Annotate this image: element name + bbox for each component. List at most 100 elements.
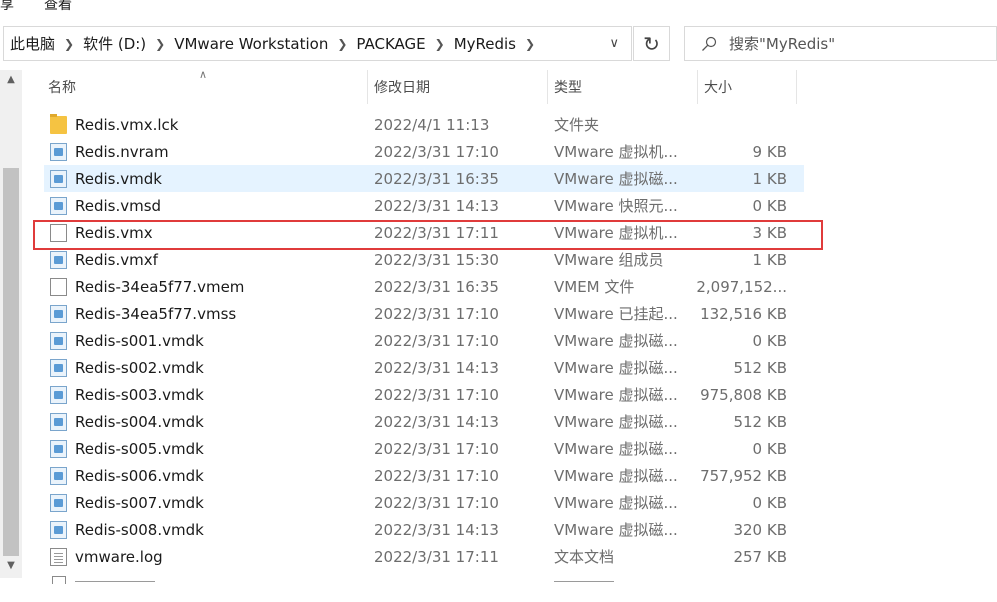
column-header-date[interactable]: 修改日期 <box>368 70 548 104</box>
file-name: Redis.nvram <box>75 142 169 161</box>
file-row-partial[interactable] <box>44 572 804 584</box>
file-size: 512 KB <box>733 358 787 377</box>
column-header-type[interactable]: 类型 <box>548 70 698 104</box>
file-size: 2,097,152... <box>696 277 787 296</box>
breadcrumb-this-pc[interactable]: 此电脑 <box>10 33 55 54</box>
vmware-disk-icon <box>50 494 67 512</box>
file-row[interactable]: Redis-s005.vmdk 2022/3/31 17:10 VMware 虚拟磁… <box>44 435 804 462</box>
chevron-right-icon[interactable]: ❯ <box>435 37 445 51</box>
file-row[interactable]: Redis.vmx 2022/3/31 17:11 VMware 虚拟机... 3 K… <box>44 219 804 246</box>
file-date: 2022/3/31 17:10 <box>374 142 499 161</box>
vmware-file-icon <box>50 251 67 269</box>
file-row[interactable]: vmware.log 2022/3/31 17:11 文本文档 257 KB <box>44 543 804 570</box>
file-row[interactable]: Redis-s004.vmdk 2022/3/31 14:13 VMware 虚拟磁… <box>44 408 804 435</box>
breadcrumb-myredis[interactable]: MyRedis <box>454 35 516 53</box>
column-header-name-label: 名称 <box>48 80 76 96</box>
file-row[interactable]: Redis.vmxf 2022/3/31 15:30 VMware 组成员 1 KB <box>44 246 804 273</box>
ribbon-tab-share[interactable]: 享 <box>0 0 14 14</box>
file-size: 757,952 KB <box>700 466 787 485</box>
file-row[interactable]: Redis.vmx.lck 2022/4/1 11:13 文件夹 <box>44 111 804 138</box>
file-list: Redis.vmx.lck 2022/4/1 11:13 文件夹 Redis.nvra… <box>44 111 804 570</box>
file-type: VMware 虚拟机... <box>554 224 678 242</box>
vmware-disk-icon <box>50 521 67 539</box>
vmware-disk-icon <box>50 386 67 404</box>
file-date: 2022/3/31 14:13 <box>374 412 499 431</box>
address-bar[interactable]: 此电脑 ❯ 软件 (D:) ❯ VMware Workstation ❯ PAC… <box>3 26 632 61</box>
file-row[interactable]: Redis-s003.vmdk 2022/3/31 17:10 VMware 虚拟磁… <box>44 381 804 408</box>
file-name: Redis.vmdk <box>75 169 162 188</box>
file-size: 0 KB <box>752 493 787 512</box>
file-name: vmware.log <box>75 547 163 566</box>
file-name: Redis-s003.vmdk <box>75 385 204 404</box>
chevron-down-icon[interactable]: ∨ <box>609 36 619 51</box>
file-date: 2022/3/31 17:10 <box>374 331 499 350</box>
scroll-down-icon[interactable]: ▼ <box>0 556 22 576</box>
file-row[interactable]: Redis-s006.vmdk 2022/3/31 17:10 VMware 虚拟磁… <box>44 462 804 489</box>
file-name: Redis-s007.vmdk <box>75 493 204 512</box>
refresh-button[interactable]: ↻ <box>633 26 670 61</box>
search-box[interactable] <box>684 26 997 61</box>
file-size: 257 KB <box>733 547 787 566</box>
vmware-disk-icon <box>50 332 67 350</box>
file-row[interactable]: Redis-34ea5f77.vmem 2022/3/31 16:35 VMEM 文… <box>44 273 804 300</box>
file-size: 0 KB <box>752 331 787 350</box>
vmx-file-icon <box>50 224 67 242</box>
search-input[interactable] <box>729 34 989 53</box>
file-type: 文本文档 <box>554 548 615 566</box>
file-row[interactable]: Redis-s008.vmdk 2022/3/31 14:13 VMware 虚拟磁… <box>44 516 804 543</box>
file-type: VMware 虚拟磁... <box>554 440 678 458</box>
file-size: 320 KB <box>733 520 787 539</box>
chevron-right-icon[interactable]: ❯ <box>337 37 347 51</box>
vmware-file-icon <box>50 197 67 215</box>
file-date: 2022/3/31 17:11 <box>374 547 499 566</box>
file-name: Redis.vmx.lck <box>75 115 179 134</box>
breadcrumb-vmware-workstation[interactable]: VMware Workstation <box>174 35 328 53</box>
column-header-size[interactable]: 大小 <box>698 70 797 104</box>
generic-file-icon <box>50 278 67 296</box>
file-size: 9 KB <box>752 142 787 161</box>
file-row[interactable]: Redis.vmdk 2022/3/31 16:35 VMware 虚拟磁... 1 … <box>44 165 804 192</box>
column-header-size-label: 大小 <box>704 80 732 96</box>
file-type: VMware 虚拟磁... <box>554 521 678 539</box>
vmware-disk-icon <box>50 467 67 485</box>
chevron-right-icon[interactable]: ❯ <box>155 37 165 51</box>
vmware-suspend-icon <box>50 305 67 323</box>
file-row[interactable]: Redis-s007.vmdk 2022/3/31 17:10 VMware 虚拟磁… <box>44 489 804 516</box>
scroll-up-icon[interactable]: ▲ <box>0 70 22 90</box>
file-row[interactable]: Redis-s002.vmdk 2022/3/31 14:13 VMware 虚拟磁… <box>44 354 804 381</box>
file-name: Redis-s001.vmdk <box>75 331 204 350</box>
file-date: 2022/3/31 17:10 <box>374 304 499 323</box>
file-type: VMware 已挂起... <box>554 305 678 323</box>
file-date: 2022/4/1 11:13 <box>374 115 490 134</box>
column-header-name[interactable]: 名称 <box>42 70 368 104</box>
file-type: VMware 组成员 <box>554 251 664 269</box>
file-row[interactable]: Redis-s001.vmdk 2022/3/31 17:10 VMware 虚拟磁… <box>44 327 804 354</box>
file-type: VMware 虚拟磁... <box>554 386 678 404</box>
file-size: 1 KB <box>752 169 787 188</box>
breadcrumb-drive-d[interactable]: 软件 (D:) <box>83 33 146 54</box>
file-date: 2022/3/31 17:10 <box>374 385 499 404</box>
vertical-scrollbar[interactable]: ▲ ▼ <box>0 70 22 578</box>
file-date: 2022/3/31 15:30 <box>374 250 499 269</box>
scroll-thumb[interactable] <box>3 168 19 556</box>
chevron-right-icon[interactable]: ❯ <box>64 37 74 51</box>
file-type: VMware 虚拟磁... <box>554 359 678 377</box>
file-date: 2022/3/31 16:35 <box>374 277 499 296</box>
file-row[interactable]: Redis.nvram 2022/3/31 17:10 VMware 虚拟机... 9… <box>44 138 804 165</box>
chevron-right-icon[interactable]: ❯ <box>525 37 535 51</box>
ribbon-tab-view[interactable]: 查看 <box>44 0 72 14</box>
file-size: 3 KB <box>752 223 787 242</box>
file-date: 2022/3/31 14:13 <box>374 196 499 215</box>
file-row[interactable]: Redis.vmsd 2022/3/31 14:13 VMware 快照元... 0 … <box>44 192 804 219</box>
file-name: Redis-s004.vmdk <box>75 412 204 431</box>
file-date: 2022/3/31 14:13 <box>374 520 499 539</box>
truncated-row-type <box>554 581 614 582</box>
vmware-file-icon <box>50 143 67 161</box>
file-type: 文件夹 <box>554 116 600 134</box>
file-name: Redis.vmxf <box>75 250 158 269</box>
file-size: 512 KB <box>733 412 787 431</box>
file-date: 2022/3/31 17:10 <box>374 493 499 512</box>
file-row[interactable]: Redis-34ea5f77.vmss 2022/3/31 17:10 VMware… <box>44 300 804 327</box>
breadcrumb-package[interactable]: PACKAGE <box>356 35 425 53</box>
file-date: 2022/3/31 14:13 <box>374 358 499 377</box>
